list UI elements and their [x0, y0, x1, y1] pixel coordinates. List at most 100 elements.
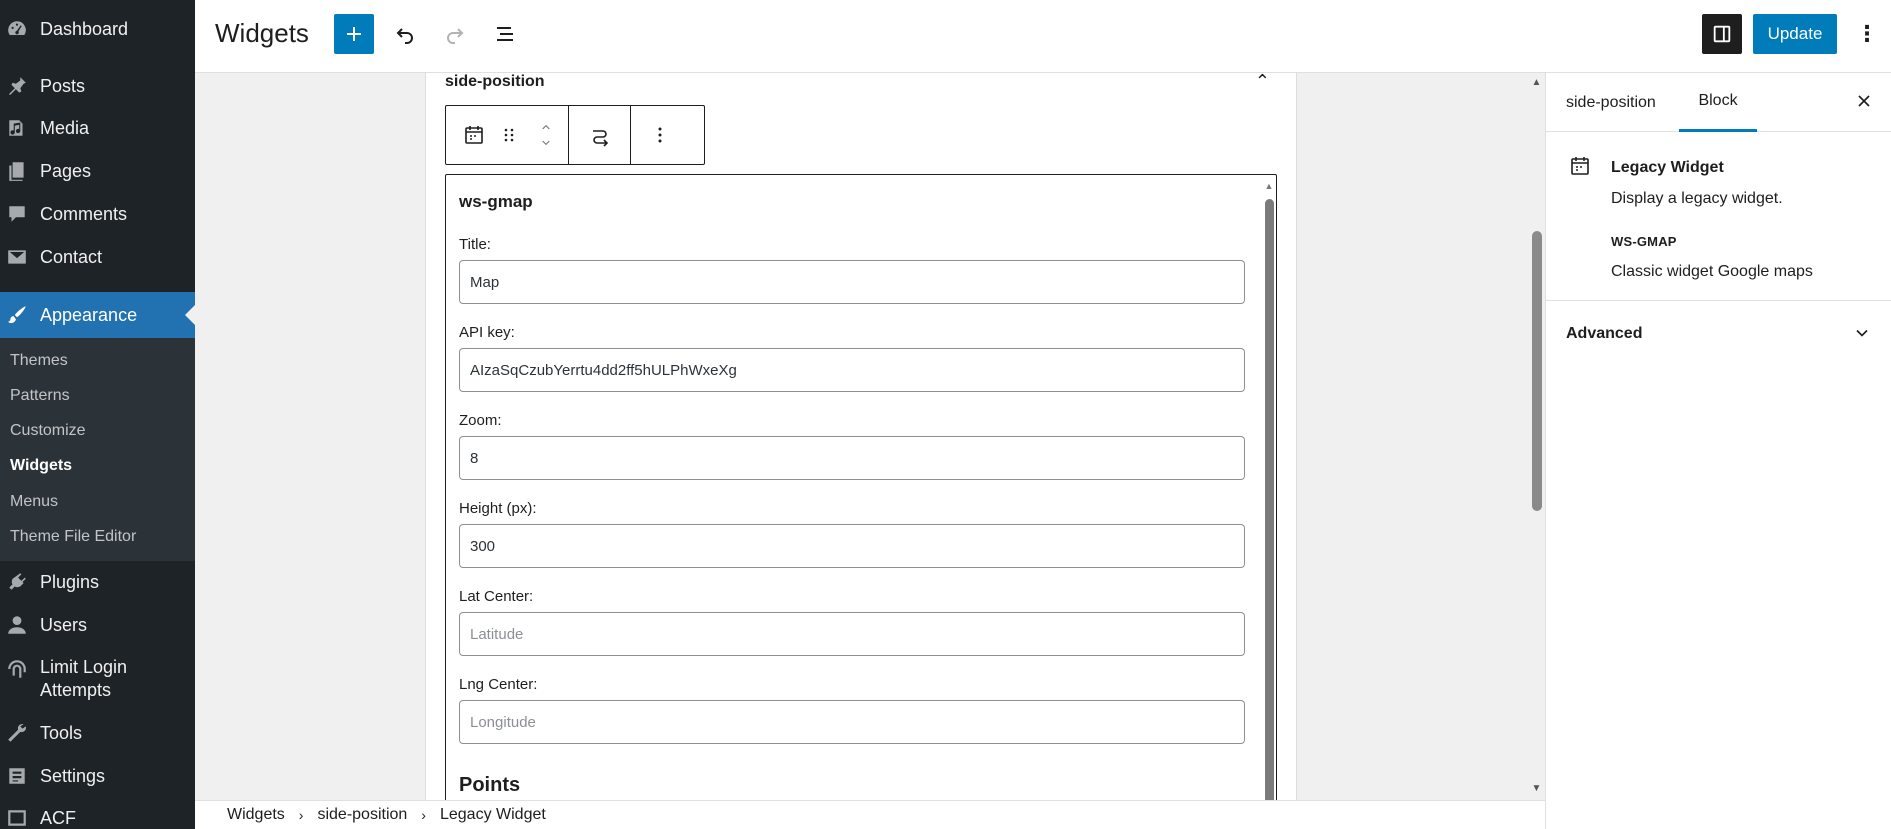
menu-item-limit-login-attempts[interactable]: Limit Login Attempts	[0, 655, 195, 703]
editor-canvas: side-position ⌃ ws-gmap Title: Map API k…	[195, 73, 1545, 800]
pin-icon	[6, 75, 28, 97]
paintbrush-icon	[6, 304, 28, 326]
menu-label: ACF	[40, 807, 76, 828]
list-view-button[interactable]	[485, 14, 525, 54]
more-options-button[interactable]: ⋮	[1855, 14, 1879, 54]
list-view-icon	[497, 27, 513, 41]
chevron-down-icon	[1852, 323, 1872, 343]
menu-label: Posts	[40, 75, 86, 96]
scrollbar-thumb[interactable]	[1532, 231, 1542, 511]
block-toolbar	[445, 105, 705, 165]
add-block-button[interactable]	[334, 14, 374, 54]
menu-label: Plugins	[40, 571, 100, 592]
redo-button[interactable]	[435, 14, 475, 54]
advanced-panel-toggle[interactable]: Advanced	[1546, 301, 1891, 366]
widget-name: ws-gmap	[459, 192, 533, 211]
widget-type-description: Classic widget Google maps	[1611, 263, 1813, 280]
widget-area: side-position ⌃ ws-gmap Title: Map API k…	[425, 73, 1297, 800]
title-input[interactable]	[459, 260, 1245, 304]
transform-icon	[592, 130, 608, 147]
scroll-up-arrow-icon[interactable]: ▲	[1528, 77, 1545, 88]
menu-item-pages[interactable]: Pages	[0, 154, 195, 188]
submenu-item-customize[interactable]: Customize	[10, 422, 86, 440]
widget-type-name: WS-GMAP	[1611, 234, 1677, 249]
chevron-down-icon[interactable]	[534, 135, 558, 151]
chevron-up-icon[interactable]: ⌃	[1255, 73, 1270, 92]
menu-item-tools[interactable]: Tools	[0, 716, 195, 750]
api-key-label: API key:	[459, 324, 515, 341]
update-button[interactable]: Update	[1753, 14, 1837, 54]
block-card-description: Display a legacy widget.	[1611, 190, 1783, 207]
tab-block[interactable]: Block	[1679, 73, 1757, 132]
acf-icon	[6, 807, 28, 829]
zoom-label: Zoom:	[459, 412, 502, 429]
menu-label: Appearance	[40, 304, 138, 325]
media-icon	[6, 117, 28, 139]
menu-label: Contact	[40, 246, 103, 267]
menu-item-appearance[interactable]: Appearance	[0, 292, 195, 338]
menu-item-users[interactable]: Users	[0, 608, 195, 642]
widget-area-title[interactable]: side-position	[445, 73, 545, 91]
move-buttons[interactable]	[524, 106, 568, 164]
lng-center-input[interactable]	[459, 700, 1245, 744]
block-options-button[interactable]	[640, 106, 680, 164]
toolbar-group-transform	[569, 106, 631, 164]
plugin-icon	[6, 571, 28, 593]
height-input[interactable]	[459, 524, 1245, 568]
undo-button[interactable]	[385, 14, 425, 54]
dashboard-icon	[6, 18, 28, 40]
menu-label: Comments	[40, 203, 128, 224]
toolbar-group-options	[631, 106, 689, 164]
admin-sidebar: Dashboard Posts Media Pages Comments Con…	[0, 0, 195, 829]
menu-item-contact[interactable]: Contact	[0, 240, 195, 274]
block-type-button[interactable]	[454, 106, 494, 164]
height-label: Height (px):	[459, 500, 537, 517]
advanced-panel-label: Advanced	[1566, 324, 1643, 342]
vertical-ellipsis-icon	[658, 127, 662, 143]
tab-side-position[interactable]: side-position	[1566, 73, 1656, 132]
menu-label: Pages	[40, 160, 92, 181]
menu-item-plugins[interactable]: Plugins	[0, 565, 195, 599]
form-scrollbar[interactable]: ▲	[1264, 181, 1274, 800]
fingerprint-icon	[6, 658, 28, 680]
menu-item-dashboard[interactable]: Dashboard	[0, 12, 195, 46]
menu-item-comments[interactable]: Comments	[0, 197, 195, 231]
breadcrumb-item[interactable]: Widgets	[227, 806, 285, 824]
menu-item-posts[interactable]: Posts	[0, 69, 195, 103]
chevron-up-icon[interactable]	[534, 119, 558, 135]
submenu-item-theme-file-editor[interactable]: Theme File Editor	[10, 528, 136, 546]
breadcrumb-item-current: Legacy Widget	[439, 806, 546, 823]
close-settings-button[interactable]	[1854, 91, 1878, 115]
lat-center-input[interactable]	[459, 612, 1245, 656]
canvas-scrollbar[interactable]: ▲ ▼	[1528, 73, 1545, 800]
menu-label: Settings	[40, 765, 106, 786]
undo-icon	[396, 28, 413, 44]
menu-label: Dashboard	[40, 18, 129, 39]
wrench-icon	[6, 722, 28, 744]
submenu-item-themes[interactable]: Themes	[10, 352, 68, 370]
api-key-input[interactable]	[459, 348, 1245, 392]
lng-center-label: Lng Center:	[459, 676, 538, 693]
menu-item-settings[interactable]: Settings	[0, 759, 195, 793]
submenu-item-menus[interactable]: Menus	[10, 493, 58, 511]
transform-button[interactable]	[580, 106, 620, 164]
breadcrumb-item[interactable]: side-position	[317, 806, 407, 824]
chevron-right-icon: ›	[298, 807, 304, 823]
appearance-submenu: Themes Patterns Customize Widgets Menus …	[0, 338, 195, 561]
scroll-down-arrow-icon[interactable]: ▼	[1528, 783, 1545, 794]
sidebar-icon	[1713, 25, 1731, 43]
submenu-item-widgets[interactable]: Widgets	[10, 457, 72, 475]
block-breadcrumb: Widgets › side-position › Legacy Widget	[195, 800, 1545, 829]
menu-label: Media	[40, 117, 90, 138]
mail-icon	[6, 246, 28, 268]
menu-item-media[interactable]: Media	[0, 111, 195, 145]
drag-handle[interactable]	[494, 106, 524, 164]
active-indicator	[185, 305, 195, 325]
settings-toggle-button[interactable]	[1702, 14, 1742, 54]
submenu-item-patterns[interactable]: Patterns	[10, 387, 70, 405]
scrollbar-thumb[interactable]	[1265, 199, 1274, 800]
zoom-input[interactable]	[459, 436, 1245, 480]
lat-center-label: Lat Center:	[459, 588, 534, 605]
scroll-up-arrow-icon[interactable]: ▲	[1264, 181, 1274, 191]
menu-item-acf[interactable]: ACF	[0, 801, 195, 829]
